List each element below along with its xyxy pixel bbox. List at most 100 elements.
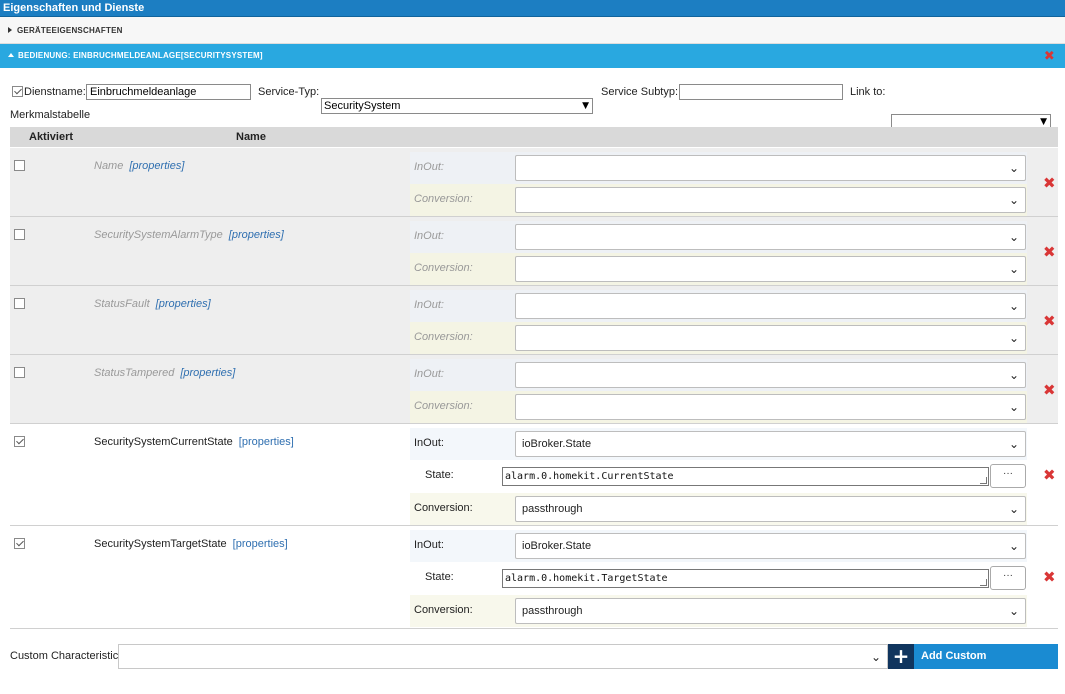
chevron-down-icon: ⌄ xyxy=(1008,400,1019,414)
inout-select[interactable]: ⌄ xyxy=(515,293,1026,319)
row-name: SecuritySystemCurrentState [properties] xyxy=(94,436,294,448)
inout-cell: InOut: ioBroker.State ⌄ xyxy=(410,428,1027,460)
inout-select[interactable]: ⌄ xyxy=(515,155,1026,181)
row-name: SecuritySystemTargetState [properties] xyxy=(94,538,288,550)
row-name: StatusFault [properties] xyxy=(94,298,211,310)
table-header: Aktiviert Name xyxy=(10,127,1058,147)
conversion-label: Conversion: xyxy=(414,604,473,616)
state-label: State: xyxy=(425,469,454,481)
conversion-cell: Conversion: ⌄ xyxy=(410,322,1027,354)
inout-cell: InOut: ⌄ xyxy=(410,359,1027,391)
add-custom-characteristic-button[interactable]: + Add Custom Characteristic xyxy=(888,644,1058,687)
service-form: Dienstname: Einbruchmeldeanlage Service-… xyxy=(10,84,1055,130)
delete-row-icon[interactable]: ✖ xyxy=(1043,468,1056,483)
service-enabled-checkbox[interactable] xyxy=(12,86,23,97)
inout-select[interactable]: ⌄ xyxy=(515,224,1026,250)
conversion-cell: Conversion: ⌄ xyxy=(410,391,1027,423)
characteristic-name: SecuritySystemAlarmType xyxy=(94,229,223,241)
dienstname-label: Dienstname: xyxy=(24,86,86,98)
row-name: StatusTampered [properties] xyxy=(94,367,235,379)
conversion-cell: Conversion: ⌄ xyxy=(410,184,1027,216)
inout-select[interactable]: ⌄ xyxy=(515,362,1026,388)
table-row: Name [properties] InOut: ⌄ Conversion: ⌄ … xyxy=(10,148,1058,217)
chevron-down-icon: ⌄ xyxy=(1008,331,1019,345)
service-subtyp-input[interactable] xyxy=(679,84,843,100)
row-config: InOut: ⌄ Conversion: ⌄ xyxy=(410,217,1027,285)
browse-state-button[interactable]: ··· xyxy=(990,566,1026,590)
chevron-down-icon: ⌄ xyxy=(1008,299,1019,313)
properties-link[interactable]: [properties] xyxy=(239,436,294,448)
dienstname-input[interactable]: Einbruchmeldeanlage xyxy=(86,84,251,100)
plus-icon: + xyxy=(888,644,914,669)
conversion-select[interactable]: passthrough ⌄ xyxy=(515,598,1026,624)
inout-value: ioBroker.State xyxy=(522,540,592,552)
delete-row-icon[interactable]: ✖ xyxy=(1043,245,1056,260)
conversion-label: Conversion: xyxy=(414,331,473,343)
row-enable-checkbox[interactable] xyxy=(14,229,25,240)
delete-row-icon[interactable]: ✖ xyxy=(1043,314,1056,329)
state-value: alarm.0.homekit.TargetState xyxy=(505,573,668,584)
chevron-down-icon: ⌄ xyxy=(1008,230,1019,244)
state-value: alarm.0.homekit.CurrentState xyxy=(505,471,674,482)
delete-row-icon[interactable]: ✖ xyxy=(1043,383,1056,398)
table-row: SecuritySystemCurrentState [properties] I… xyxy=(10,424,1058,526)
chevron-down-icon: ⌄ xyxy=(1008,161,1019,175)
properties-link[interactable]: [properties] xyxy=(156,298,211,310)
conversion-select[interactable]: ⌄ xyxy=(515,256,1026,282)
table-row: StatusTampered [properties] InOut: ⌄ Conv… xyxy=(10,355,1058,424)
chevron-down-icon: ⌄ xyxy=(870,650,881,664)
row-enable-checkbox[interactable] xyxy=(14,436,25,447)
conversion-label: Conversion: xyxy=(414,262,473,274)
delete-service-icon[interactable]: ✖ xyxy=(1044,44,1055,68)
properties-link[interactable]: [properties] xyxy=(233,538,288,550)
conversion-value: passthrough xyxy=(522,503,583,515)
inout-label: InOut: xyxy=(414,368,444,380)
inout-cell: InOut: ⌄ xyxy=(410,152,1027,184)
conversion-select[interactable]: passthrough ⌄ xyxy=(515,496,1026,522)
conversion-select[interactable]: ⌄ xyxy=(515,394,1026,420)
conversion-select[interactable]: ⌄ xyxy=(515,187,1026,213)
table-row: SecuritySystemTargetState [properties] In… xyxy=(10,526,1058,629)
resize-grip-icon[interactable] xyxy=(980,477,987,484)
browse-state-button[interactable]: ··· xyxy=(990,464,1026,488)
chevron-down-icon: ⌄ xyxy=(1008,262,1019,276)
properties-link[interactable]: [properties] xyxy=(180,367,235,379)
state-input[interactable]: alarm.0.homekit.TargetState xyxy=(502,569,989,588)
state-cell: State: alarm.0.homekit.CurrentState ··· xyxy=(410,460,1027,492)
conversion-label: Conversion: xyxy=(414,400,473,412)
section-device-properties[interactable]: GERÄTEEIGENSCHAFTEN xyxy=(0,17,1065,44)
properties-link[interactable]: [properties] xyxy=(129,160,184,172)
caret-right-icon xyxy=(8,27,12,33)
conversion-label: Conversion: xyxy=(414,502,473,514)
caret-up-icon xyxy=(8,53,14,57)
conversion-select[interactable]: ⌄ xyxy=(515,325,1026,351)
service-typ-select[interactable]: SecuritySystem ▼ xyxy=(321,98,593,114)
table-row: StatusFault [properties] InOut: ⌄ Convers… xyxy=(10,286,1058,355)
service-typ-value: SecuritySystem xyxy=(324,100,401,112)
state-input[interactable]: alarm.0.homekit.CurrentState xyxy=(502,467,989,486)
row-enable-checkbox[interactable] xyxy=(14,367,25,378)
delete-row-icon[interactable]: ✖ xyxy=(1043,570,1056,585)
row-config: InOut: ⌄ Conversion: ⌄ xyxy=(410,286,1027,354)
custom-characteristic-select[interactable]: ⌄ xyxy=(118,644,888,669)
chevron-down-icon: ⌄ xyxy=(1008,368,1019,382)
chevron-down-icon: ⌄ xyxy=(1008,437,1019,451)
characteristic-name: StatusTampered xyxy=(94,367,175,379)
row-name: SecuritySystemAlarmType [properties] xyxy=(94,229,284,241)
inout-select[interactable]: ioBroker.State ⌄ xyxy=(515,431,1026,457)
conversion-cell: Conversion: ⌄ xyxy=(410,253,1027,285)
conversion-cell: Conversion: passthrough ⌄ xyxy=(410,493,1027,525)
row-enable-checkbox[interactable] xyxy=(14,160,25,171)
section-service[interactable]: BEDIENUNG: EINBRUCHMELDEANLAGE[SECURITYS… xyxy=(0,44,1065,68)
properties-link[interactable]: [properties] xyxy=(229,229,284,241)
delete-row-icon[interactable]: ✖ xyxy=(1043,176,1056,191)
section-device-properties-label: GERÄTEEIGENSCHAFTEN xyxy=(17,26,123,35)
row-enable-checkbox[interactable] xyxy=(14,538,25,549)
inout-label: InOut: xyxy=(414,437,444,449)
resize-grip-icon[interactable] xyxy=(980,579,987,586)
col-name: Name xyxy=(236,131,266,143)
section-service-label: BEDIENUNG: EINBRUCHMELDEANLAGE[SECURITYS… xyxy=(18,51,263,60)
row-config: InOut: ⌄ Conversion: ⌄ xyxy=(410,148,1027,216)
inout-select[interactable]: ioBroker.State ⌄ xyxy=(515,533,1026,559)
row-enable-checkbox[interactable] xyxy=(14,298,25,309)
